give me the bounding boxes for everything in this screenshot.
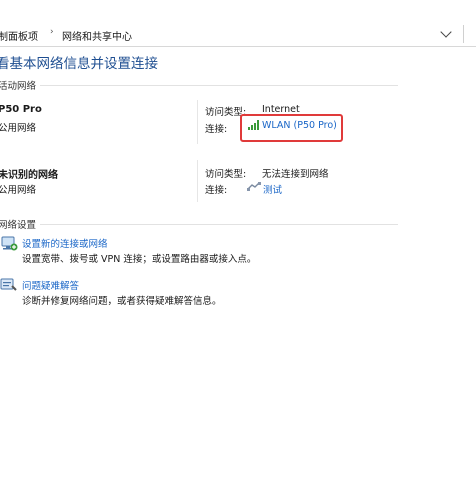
network-sharing-center-window: 制面板项 › 网络和共享中心 看基本网络信息并设置连接 活动网络 P50 Pro… (0, 0, 476, 477)
network-type-link[interactable]: 公用网络 (0, 120, 36, 134)
chevron-down-icon[interactable] (440, 26, 452, 38)
address-bar-divider (463, 25, 464, 43)
wifi-signal-icon (248, 120, 259, 130)
network-type-label[interactable]: 公用网络 (0, 123, 36, 134)
task-description: 诊断并修复网络问题，或者获得疑难解答信息。 (22, 296, 222, 307)
column-divider (197, 160, 198, 202)
connection-label: 连接: (205, 185, 228, 196)
network-type-label[interactable]: 公用网络 (0, 185, 36, 196)
network-type-link[interactable]: 公用网络 (0, 182, 36, 196)
breadcrumb: 制面板项 › 网络和共享中心 (0, 22, 476, 47)
section-divider (40, 224, 398, 225)
section-divider (40, 85, 398, 86)
network-name: 未识别的网络 (0, 170, 58, 181)
breadcrumb-control-panel-items[interactable]: 制面板项 (0, 28, 38, 43)
page-title: 看基本网络信息并设置连接 (0, 56, 158, 72)
new-connection-icon (1, 236, 18, 251)
breadcrumb-separator-icon[interactable]: › (50, 27, 54, 37)
wlan-connection-link[interactable]: WLAN (P50 Pro) (262, 120, 337, 131)
test-connection-link[interactable]: 测试 (263, 182, 282, 196)
ethernet-cable-icon (247, 182, 261, 191)
access-type-label: 访问类型: (205, 169, 247, 180)
active-networks-heading: 活动网络 (0, 81, 37, 92)
network-name: P50 Pro (0, 104, 42, 115)
connection-label: 连接: (205, 124, 228, 135)
setup-new-connection-link[interactable]: 设置新的连接或网络 (22, 236, 108, 250)
breadcrumb-network-sharing-center[interactable]: 网络和共享中心 (62, 28, 132, 43)
task-description: 设置宽带、拨号或 VPN 连接；或设置路由器或接入点。 (22, 254, 257, 265)
change-network-settings-heading: 网络设置 (0, 220, 37, 231)
column-divider (197, 100, 198, 144)
troubleshoot-icon (0, 278, 17, 291)
access-type-value: 无法连接到网络 (262, 169, 329, 180)
troubleshoot-problems-link[interactable]: 问题疑难解答 (22, 278, 79, 292)
